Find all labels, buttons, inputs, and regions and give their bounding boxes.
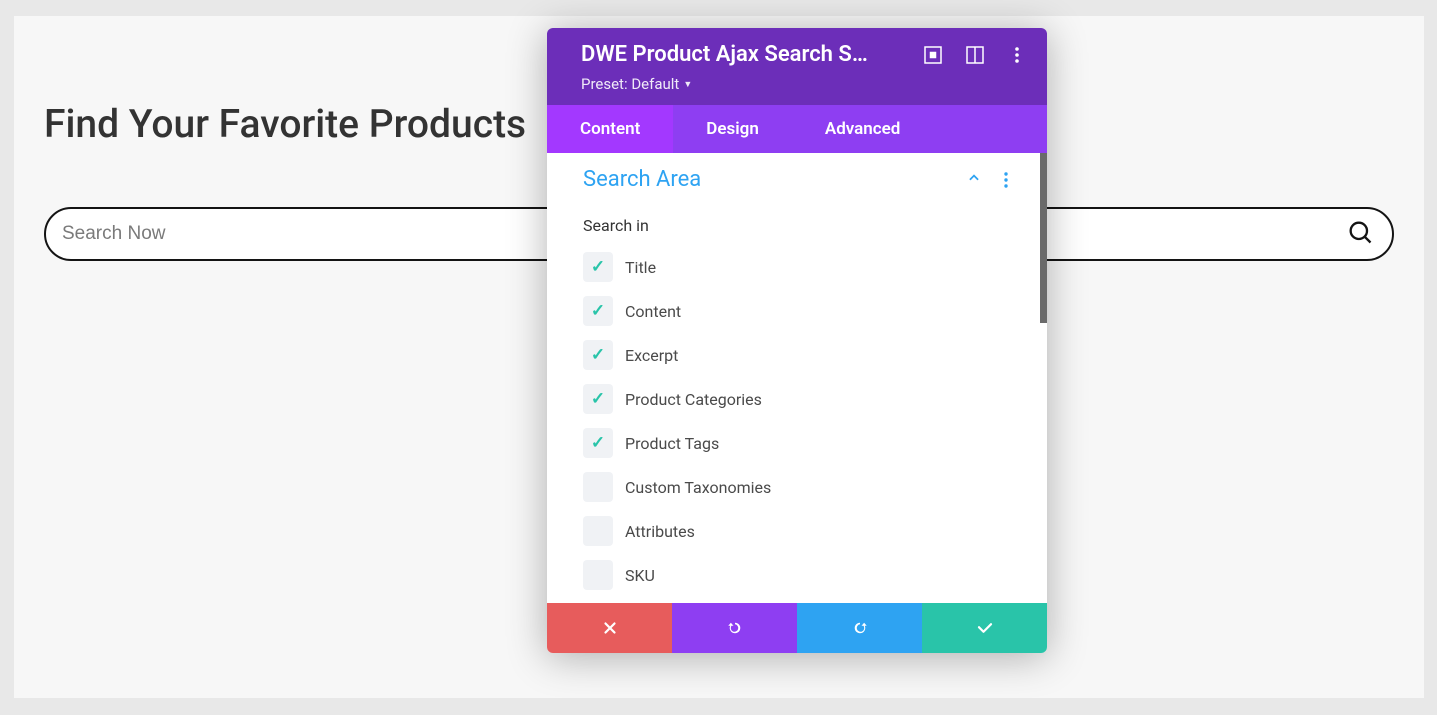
tab-advanced[interactable]: Advanced xyxy=(792,105,934,153)
checkbox[interactable] xyxy=(583,516,613,546)
checkbox-row: Custom Taxonomies xyxy=(583,465,1047,509)
redo-button[interactable] xyxy=(797,603,922,653)
save-button[interactable] xyxy=(922,603,1047,653)
preset-label: Preset: Default xyxy=(581,75,679,93)
checkbox-row: Title xyxy=(583,245,1047,289)
checkbox-label: Product Tags xyxy=(625,434,719,453)
columns-icon[interactable] xyxy=(965,45,985,65)
panel-footer xyxy=(547,603,1047,653)
checkbox-label: Title xyxy=(625,258,656,277)
checkbox-row: SKU xyxy=(583,553,1047,597)
panel-header[interactable]: DWE Product Ajax Search S… xyxy=(547,28,1047,105)
checkbox[interactable] xyxy=(583,340,613,370)
checkbox-row: Excerpt xyxy=(583,333,1047,377)
checkbox[interactable] xyxy=(583,252,613,282)
checkbox-row: Product Categories xyxy=(583,377,1047,421)
checkbox[interactable] xyxy=(583,472,613,502)
section-header[interactable]: Search Area xyxy=(547,153,1047,202)
checkbox-label: SKU xyxy=(625,566,655,585)
panel-tabs: ContentDesignAdvanced xyxy=(547,105,1047,153)
section-title: Search Area xyxy=(583,167,967,192)
cancel-button[interactable] xyxy=(547,603,672,653)
checkbox-label: Excerpt xyxy=(625,346,678,365)
checkbox-list: Title Content Excerpt Product Categories Pro… xyxy=(547,241,1047,597)
checkbox-label: Attributes xyxy=(625,522,695,541)
undo-button[interactable] xyxy=(672,603,797,653)
caret-down-icon: ▼ xyxy=(683,79,692,90)
checkbox-label: Product Categories xyxy=(625,390,762,409)
checkbox-row: Product Tags xyxy=(583,421,1047,465)
checkbox-label: Custom Taxonomies xyxy=(625,478,771,497)
more-icon[interactable] xyxy=(1007,45,1027,65)
checkbox[interactable] xyxy=(583,296,613,326)
checkbox[interactable] xyxy=(583,384,613,414)
section-more-icon[interactable] xyxy=(999,171,1013,189)
checkbox-row: Attributes xyxy=(583,509,1047,553)
scrollbar-thumb[interactable] xyxy=(1040,153,1047,323)
checkbox-label: Content xyxy=(625,302,681,321)
settings-panel: DWE Product Ajax Search S… xyxy=(547,28,1047,653)
search-icon[interactable] xyxy=(1346,218,1374,250)
preset-dropdown[interactable]: Preset: Default ▼ xyxy=(581,75,1027,93)
checkbox[interactable] xyxy=(583,560,613,590)
checkbox-row: Content xyxy=(583,289,1047,333)
panel-title: DWE Product Ajax Search S… xyxy=(581,42,909,67)
tab-design[interactable]: Design xyxy=(673,105,792,153)
checkbox[interactable] xyxy=(583,428,613,458)
chevron-up-icon[interactable] xyxy=(967,171,981,189)
expand-icon[interactable] xyxy=(923,45,943,65)
search-in-label: Search in xyxy=(547,202,1047,241)
panel-body: Search Area Search in Title Content Excerp… xyxy=(547,153,1047,603)
tab-content[interactable]: Content xyxy=(547,105,673,153)
